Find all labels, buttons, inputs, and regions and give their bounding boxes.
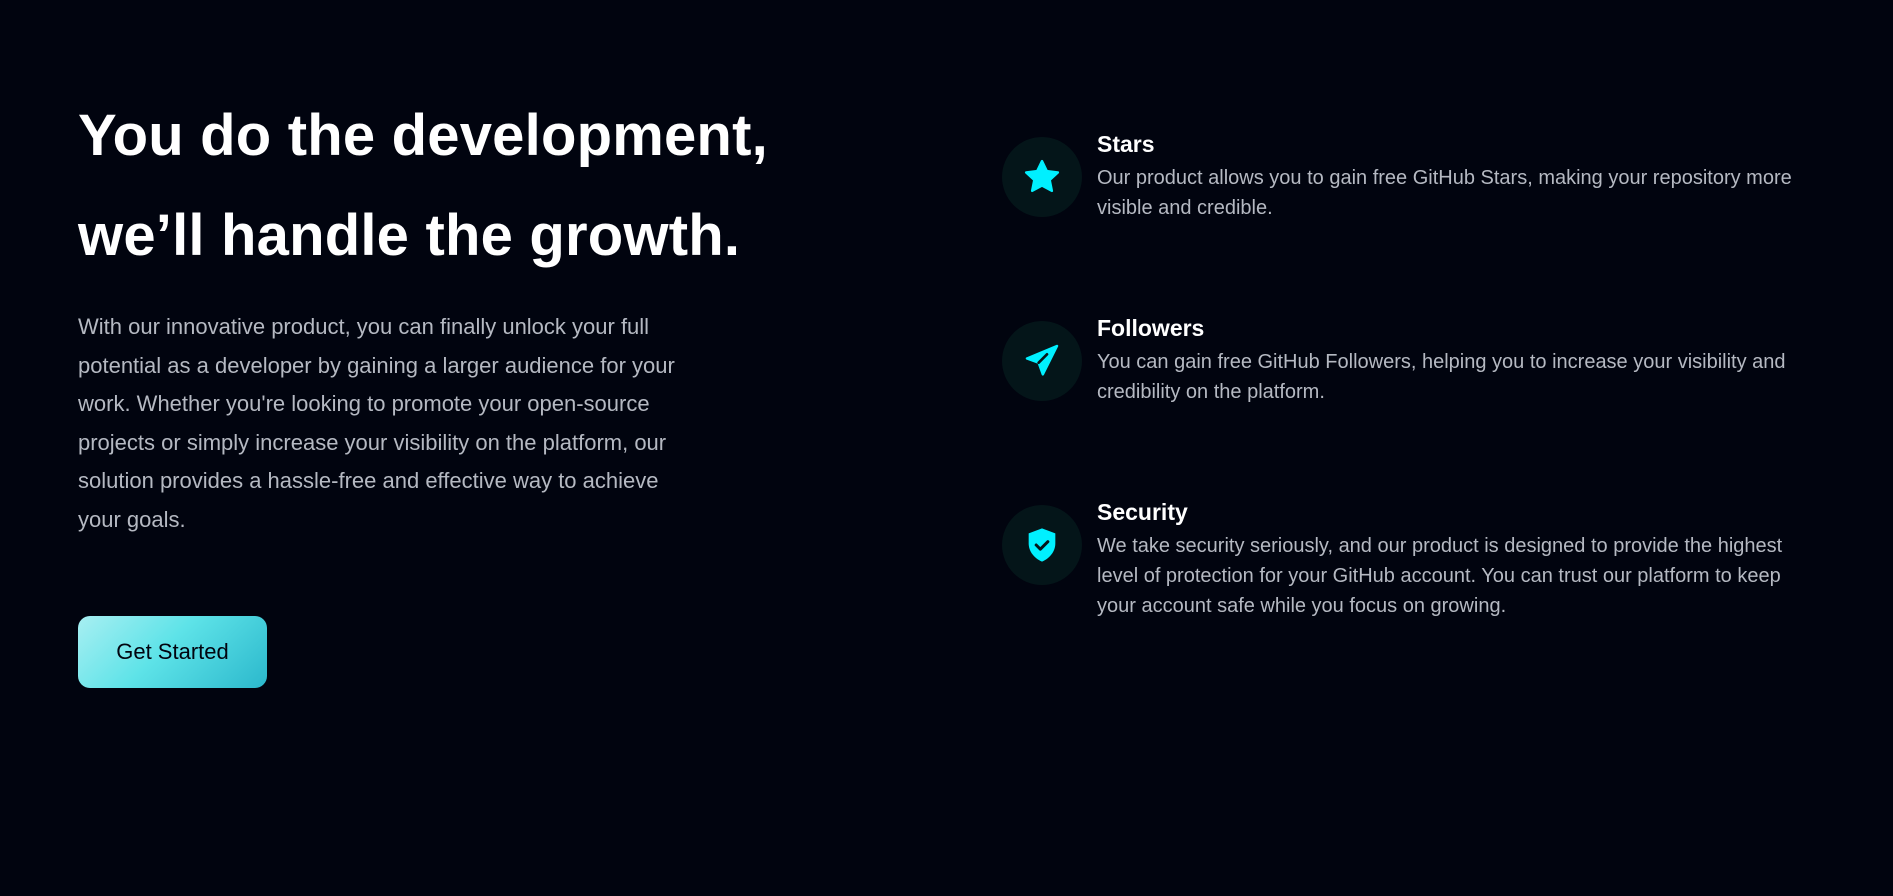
feature-title: Followers bbox=[1097, 315, 1205, 341]
shield-check-icon bbox=[1002, 505, 1082, 585]
star-icon bbox=[1002, 137, 1082, 217]
hero-title-line2: we’ll handle the growth. bbox=[78, 203, 741, 268]
feature-description: You can gain free GitHub Followers, help… bbox=[1097, 351, 1786, 403]
hero-section: You do the development, we’ll handle the … bbox=[78, 86, 878, 539]
paper-plane-icon bbox=[1002, 321, 1082, 401]
feature-description: Our product allows you to gain free GitH… bbox=[1097, 167, 1792, 219]
get-started-button[interactable]: Get Started bbox=[78, 616, 267, 688]
hero-description: With our innovative product, you can fin… bbox=[78, 314, 675, 532]
hero-title-line1: You do the development, bbox=[78, 103, 768, 168]
feature-description: We take security seriously, and our prod… bbox=[1097, 535, 1783, 617]
feature-title: Stars bbox=[1097, 131, 1155, 157]
feature-title: Security bbox=[1097, 499, 1188, 525]
hero-title: You do the development, we’ll handle the … bbox=[78, 86, 878, 286]
